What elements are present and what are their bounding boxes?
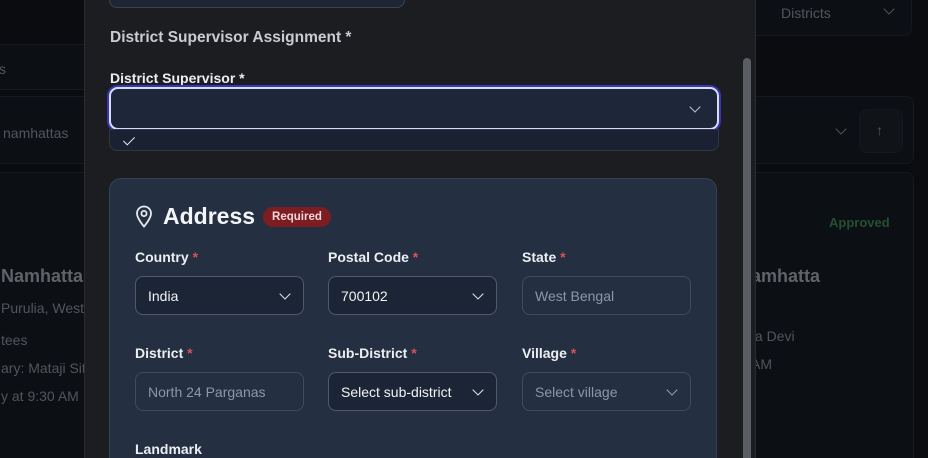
chevron-down-icon: [472, 384, 484, 396]
chevron-down-icon: [279, 288, 291, 300]
chevron-down-icon: [472, 288, 484, 300]
district-field: North 24 Parganas: [135, 372, 304, 411]
required-asterisk: *: [560, 249, 566, 265]
required-asterisk: *: [411, 345, 417, 361]
required-asterisk: *: [412, 249, 419, 265]
required-asterisk: *: [187, 345, 193, 361]
state-field: West Bengal: [522, 276, 691, 315]
required-asterisk: *: [239, 70, 245, 86]
district-supervisor-select[interactable]: [109, 87, 719, 130]
landmark-label-text: Landmark: [135, 441, 202, 457]
check-icon: [122, 133, 136, 146]
postal-code-select[interactable]: 700102: [328, 276, 497, 315]
village-label-text: Village: [522, 345, 567, 361]
scrollbar-thumb[interactable]: [743, 58, 751, 458]
section-heading: District Supervisor Assignment *: [110, 29, 352, 46]
country-label-text: Country: [135, 249, 189, 265]
supervisor-label-text: District Supervisor: [110, 70, 236, 86]
country-select[interactable]: India: [135, 276, 304, 315]
sub-district-label: Sub-District *: [328, 345, 417, 361]
modal-scrollbar[interactable]: [740, 0, 754, 458]
postal-code-label-text: Postal Code: [328, 249, 409, 265]
previous-field[interactable]: [109, 0, 405, 8]
state-value: West Bengal: [535, 287, 615, 304]
supervisor-label: District Supervisor *: [110, 70, 245, 86]
postal-code-label: Postal Code *: [328, 249, 418, 265]
map-pin-icon: [136, 205, 152, 228]
chevron-down-icon: [666, 384, 678, 396]
sub-district-label-text: Sub-District: [328, 345, 408, 361]
district-label-text: District: [135, 345, 184, 361]
village-label: Village *: [522, 345, 576, 361]
chevron-down-icon: [689, 101, 701, 113]
village-select[interactable]: Select village: [522, 372, 691, 411]
address-card: Address Required Country * Postal Code *…: [109, 178, 717, 458]
supervisor-option[interactable]: [110, 130, 718, 150]
country-label: Country *: [135, 249, 198, 265]
state-label: State *: [522, 249, 566, 265]
address-title: Address: [163, 203, 256, 229]
required-badge: Required: [263, 206, 331, 227]
required-asterisk: *: [192, 249, 199, 265]
village-placeholder: Select village: [535, 383, 618, 400]
required-asterisk: *: [570, 345, 577, 361]
postal-code-value: 700102: [341, 287, 388, 304]
sub-district-select[interactable]: Select sub-district: [328, 372, 497, 411]
district-label: District *: [135, 345, 193, 361]
form-modal: District Supervisor Assignment * Distric…: [84, 0, 756, 458]
address-header: Address Required: [135, 203, 331, 230]
state-label-text: State: [522, 249, 557, 265]
landmark-label: Landmark: [135, 441, 202, 457]
sub-district-placeholder: Select sub-district: [341, 383, 452, 400]
country-value: India: [148, 287, 179, 304]
supervisor-dropdown-list: [109, 129, 719, 151]
district-value: North 24 Parganas: [148, 383, 266, 400]
